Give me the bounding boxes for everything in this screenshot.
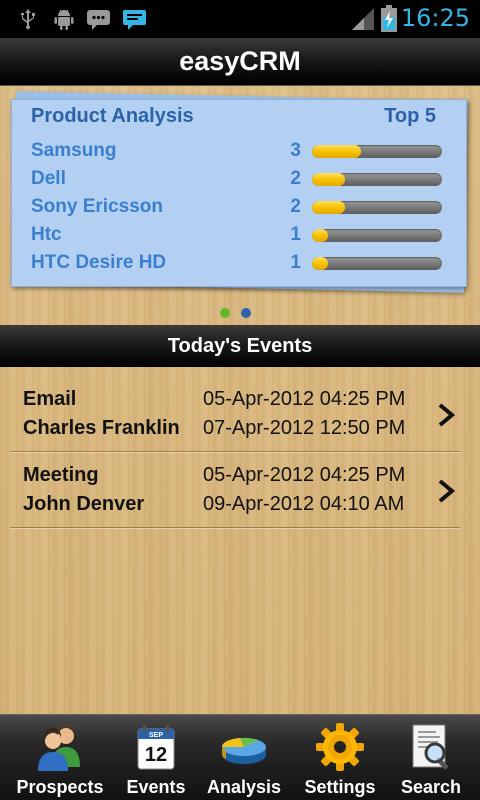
card-title: Product Analysis — [31, 105, 194, 127]
nav-prospects[interactable]: Prospects — [12, 715, 108, 800]
nav-events[interactable]: SEP 12 Events — [108, 715, 204, 800]
product-row: Sony Ericsson 2 — [31, 196, 451, 224]
events-section-header: Today's Events — [0, 325, 480, 367]
event-row[interactable]: Email 05-Apr-2012 04:25 PM Charles Frank… — [10, 376, 460, 452]
gear-icon — [314, 721, 366, 773]
app-title-bar: easyCRM — [0, 38, 480, 86]
progress-bar — [312, 229, 442, 242]
product-row: Samsung 3 — [31, 140, 451, 168]
progress-bar — [312, 145, 442, 158]
event-date-start: 05-Apr-2012 04:25 PM — [203, 464, 406, 486]
page-dot-1[interactable] — [220, 308, 230, 318]
page-indicator — [220, 308, 260, 320]
event-date-start: 05-Apr-2012 04:25 PM — [203, 388, 406, 410]
event-contact: John Denver — [23, 493, 145, 515]
progress-bar-fill — [312, 229, 328, 242]
product-analysis-card[interactable]: Product Analysis Top 5 Samsung 3 Dell 2 Sony… — [11, 99, 467, 287]
android-debug-icon — [52, 7, 76, 35]
product-row: Htc 1 — [31, 224, 451, 252]
product-count: 2 — [290, 196, 301, 217]
product-count: 3 — [290, 140, 301, 161]
chevron-right-icon[interactable] — [436, 479, 456, 507]
events-section-title: Today's Events — [167, 334, 313, 357]
event-type: Email — [23, 388, 77, 410]
card-header: Product Analysis Top 5 — [31, 105, 436, 133]
nav-settings[interactable]: Settings — [292, 715, 388, 800]
status-bar: 16:25 — [0, 0, 480, 38]
message-notification-icon — [122, 7, 148, 35]
progress-bar — [312, 201, 442, 214]
progress-bar-fill — [312, 145, 361, 158]
pie-chart-icon — [218, 721, 270, 773]
product-row: Dell 2 — [31, 168, 451, 196]
nav-label: Search — [400, 777, 462, 797]
app-title: easyCRM — [179, 46, 301, 76]
clock: 16:25 — [400, 4, 470, 32]
bottom-navigation: Prospects SEP 12 Events Analysis Setting… — [0, 714, 480, 800]
product-count: 1 — [290, 224, 301, 245]
nav-label: Settings — [304, 777, 376, 797]
search-document-icon — [405, 721, 457, 773]
nav-analysis[interactable]: Analysis — [196, 715, 292, 800]
chevron-right-icon[interactable] — [436, 403, 456, 431]
product-name: Dell — [31, 168, 66, 189]
event-type: Meeting — [23, 464, 99, 486]
progress-bar-fill — [312, 201, 345, 214]
product-name: Sony Ericsson — [31, 196, 163, 217]
product-row: HTC Desire HD 1 — [31, 252, 451, 280]
nav-label: Events — [126, 777, 186, 797]
progress-bar-fill — [312, 173, 345, 186]
calendar-icon: SEP 12 — [130, 721, 182, 773]
prospects-icon — [34, 721, 86, 773]
event-date-end: 07-Apr-2012 12:50 PM — [203, 417, 406, 439]
calendar-day: 12 — [145, 744, 167, 766]
nav-label: Prospects — [16, 777, 104, 797]
product-name: Samsung — [31, 140, 117, 161]
event-row[interactable]: Meeting 05-Apr-2012 04:25 PM John Denver… — [10, 452, 460, 528]
calendar-month: SEP — [149, 732, 163, 739]
product-name: Htc — [31, 224, 62, 245]
usb-icon — [16, 7, 40, 35]
product-name: HTC Desire HD — [31, 252, 167, 273]
event-contact: Charles Franklin — [23, 417, 180, 439]
product-count: 1 — [290, 252, 301, 273]
progress-bar — [312, 173, 442, 186]
page-dot-2[interactable] — [241, 308, 251, 318]
nav-search[interactable]: Search — [383, 715, 479, 800]
battery-icon — [380, 5, 398, 37]
nav-label: Analysis — [206, 777, 282, 797]
chat-notification-icon — [86, 7, 112, 35]
signal-icon — [350, 8, 376, 36]
product-count: 2 — [290, 168, 301, 189]
event-date-end: 09-Apr-2012 04:10 AM — [203, 493, 405, 515]
top-5-label: Top 5 — [384, 105, 436, 127]
progress-bar — [312, 257, 442, 270]
progress-bar-fill — [312, 257, 328, 270]
